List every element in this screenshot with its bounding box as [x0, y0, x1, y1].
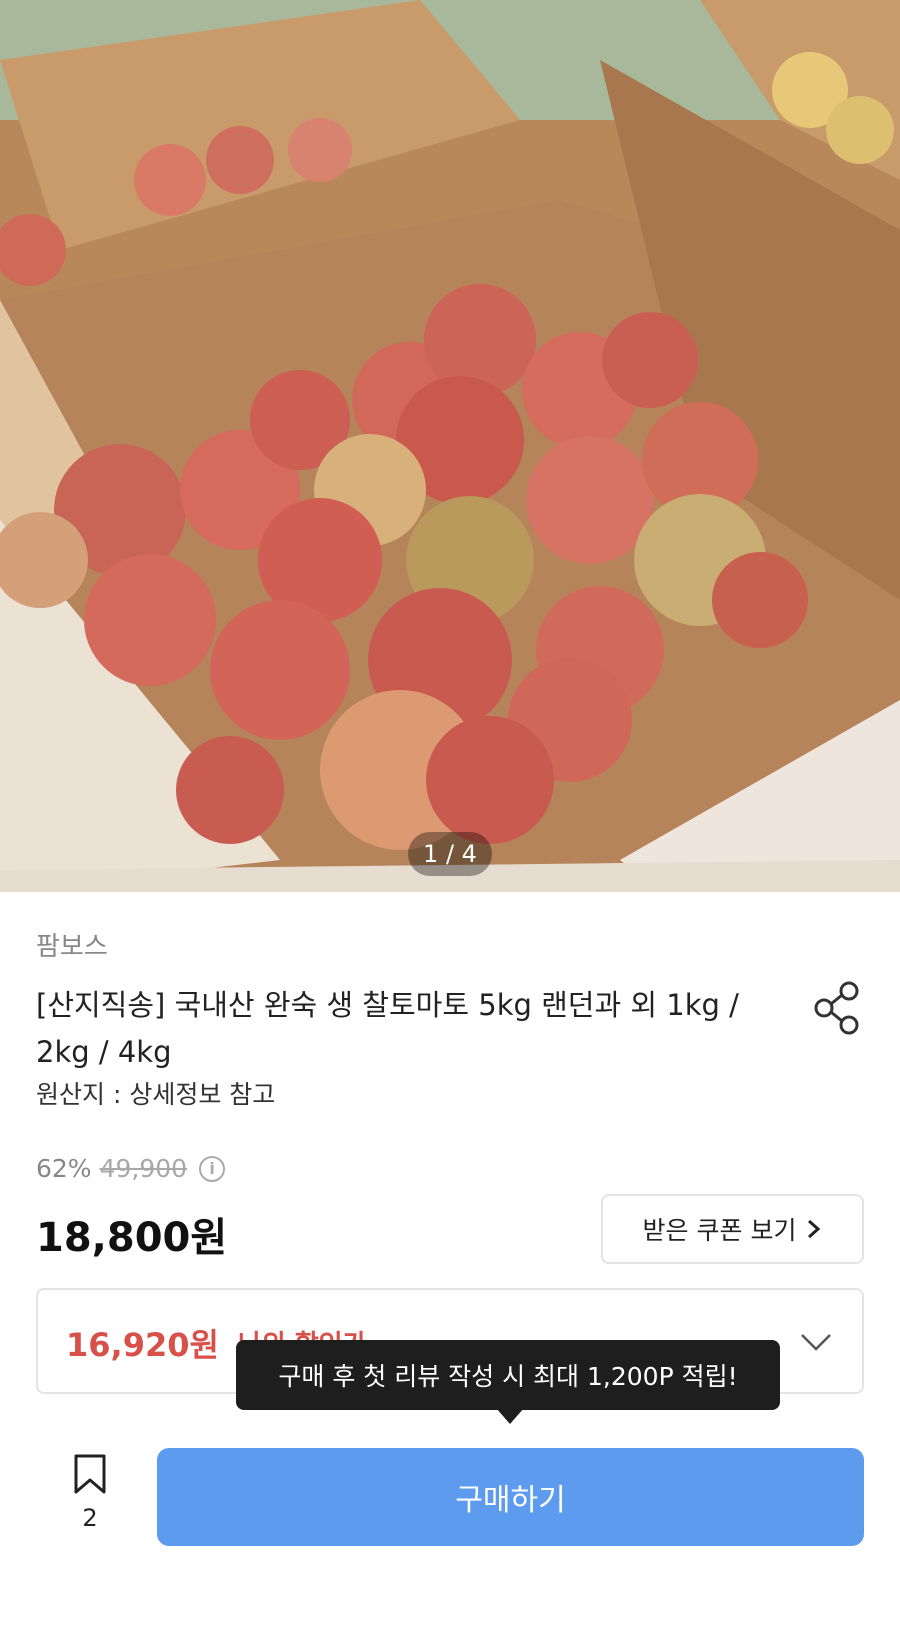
chevron-down-icon[interactable]: [798, 1324, 834, 1360]
bookmark-icon: [74, 1454, 106, 1494]
share-icon: [814, 981, 859, 1035]
bookmark-count: 2: [82, 1504, 98, 1532]
sale-price: 18,800원: [36, 1215, 228, 1261]
my-discount-price: 16,920원: [66, 1326, 219, 1364]
origin-info: 원산지 : 상세정보 참고: [36, 1080, 276, 1109]
discount-rate: 62%: [36, 1154, 92, 1183]
product-title: [산지직송] 국내산 완숙 생 찰토마토 5kg 랜던과 외 1kg / 2kg…: [36, 988, 739, 1069]
chevron-right-icon: [808, 1219, 821, 1239]
review-points-tooltip: 구매 후 첫 리뷰 작성 시 최대 1,200P 적립!: [236, 1340, 780, 1424]
discount-row: 62% 49,900 i: [36, 1154, 226, 1183]
share-button[interactable]: [812, 980, 862, 1036]
image-counter: 1 / 4: [408, 832, 492, 876]
bookmark-button[interactable]: 2: [60, 1452, 120, 1542]
view-coupons-button[interactable]: 받은 쿠폰 보기: [601, 1194, 864, 1264]
buy-button[interactable]: 구매하기: [157, 1448, 864, 1546]
info-icon[interactable]: i: [199, 1155, 226, 1182]
original-price: 49,900: [99, 1154, 188, 1183]
view-coupons-label: 받은 쿠폰 보기: [642, 1216, 797, 1245]
seller-name[interactable]: 팜보스: [36, 926, 108, 963]
product-image-gallery[interactable]: 1 / 4: [0, 0, 900, 892]
product-photo: [0, 0, 900, 892]
